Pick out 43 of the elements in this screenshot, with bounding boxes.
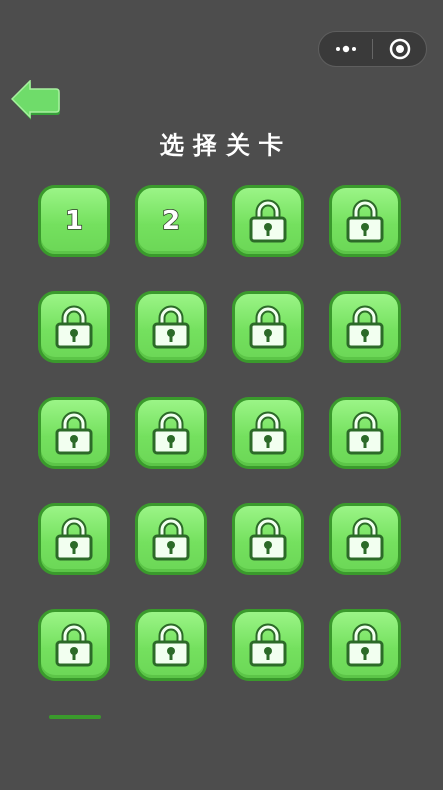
target-icon (388, 38, 410, 60)
lock-icon (344, 517, 386, 561)
lock-icon (53, 623, 95, 667)
level-button[interactable] (38, 397, 110, 469)
level-button[interactable] (329, 397, 401, 469)
level-button[interactable] (135, 397, 207, 469)
lock-icon (344, 623, 386, 667)
lock-icon (150, 623, 192, 667)
level-button[interactable] (135, 609, 207, 681)
level-button[interactable]: 2 (135, 185, 207, 257)
level-button[interactable] (329, 291, 401, 363)
level-button[interactable] (135, 291, 207, 363)
lock-icon (344, 411, 386, 455)
lock-icon (53, 517, 95, 561)
lock-icon (247, 199, 289, 243)
level-button[interactable] (232, 291, 304, 363)
level-button[interactable] (329, 609, 401, 681)
level-button[interactable] (38, 503, 110, 575)
lock-icon (344, 199, 386, 243)
lock-icon (150, 305, 192, 349)
lock-icon (247, 517, 289, 561)
lock-icon (53, 305, 95, 349)
level-button[interactable] (232, 397, 304, 469)
level-button[interactable] (232, 609, 304, 681)
level-button[interactable] (135, 503, 207, 575)
page-title: 选择关卡 (159, 130, 293, 160)
more-icon (334, 45, 356, 53)
level-button[interactable] (38, 291, 110, 363)
level-button[interactable] (38, 609, 110, 681)
lock-icon (247, 623, 289, 667)
lock-icon (150, 411, 192, 455)
level-tile-edge (49, 715, 101, 719)
level-button[interactable] (232, 503, 304, 575)
lock-icon (247, 305, 289, 349)
level-button[interactable] (232, 185, 304, 257)
lock-icon (344, 305, 386, 349)
lock-icon (53, 411, 95, 455)
level-button[interactable]: 1 (38, 185, 110, 257)
back-arrow-icon[interactable] (11, 80, 61, 122)
lock-icon (247, 411, 289, 455)
level-button[interactable] (329, 503, 401, 575)
level-button[interactable] (329, 185, 401, 257)
lock-icon (150, 517, 192, 561)
